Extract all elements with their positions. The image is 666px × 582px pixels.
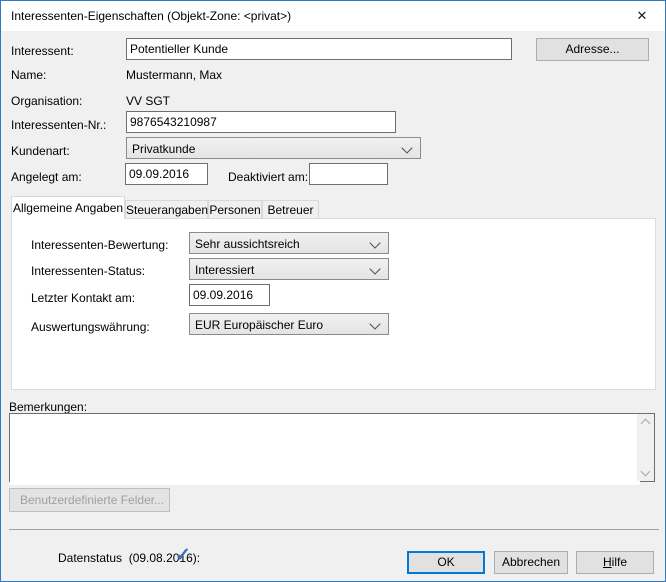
letzter-kontakt-input[interactable] bbox=[189, 284, 270, 306]
waehrung-select[interactable]: EUR Europäischer Euro bbox=[189, 313, 389, 335]
tab-betreuer[interactable]: Betreuer bbox=[262, 200, 319, 219]
bewertung-select[interactable]: Sehr aussichtsreich bbox=[189, 232, 389, 254]
interessenten-nr-label: Interessenten-Nr.: bbox=[11, 117, 106, 133]
kundenart-value: Privatkunde bbox=[132, 141, 195, 157]
deaktiviert-am-input[interactable] bbox=[309, 163, 388, 185]
waehrung-label: Auswertungswährung: bbox=[31, 319, 150, 335]
interessent-input[interactable] bbox=[126, 38, 512, 60]
bemerkungen-field bbox=[9, 413, 655, 482]
letzter-kontakt-label: Letzter Kontakt am: bbox=[31, 290, 135, 306]
angelegt-am-input[interactable] bbox=[125, 163, 208, 185]
status-select[interactable]: Interessiert bbox=[189, 258, 389, 280]
dialog-title: Interessenten-Eigenschaften (Objekt-Zone… bbox=[11, 1, 291, 31]
interessenten-eigenschaften-dialog: Interessenten-Eigenschaften (Objekt-Zone… bbox=[0, 0, 666, 582]
name-value: Mustermann, Max bbox=[126, 67, 222, 83]
adresse-button[interactable]: Adresse... bbox=[536, 38, 649, 61]
tab-personen[interactable]: Personen bbox=[208, 200, 262, 219]
bemerkungen-textarea[interactable] bbox=[10, 414, 640, 485]
deaktiviert-am-label: Deaktiviert am: bbox=[228, 169, 308, 185]
status-label: Interessenten-Status: bbox=[31, 263, 145, 279]
titlebar: Interessenten-Eigenschaften (Objekt-Zone… bbox=[1, 1, 665, 31]
chevron-down-icon bbox=[369, 263, 380, 274]
status-value: Interessiert bbox=[195, 262, 254, 278]
divider bbox=[9, 529, 659, 530]
organisation-label: Organisation: bbox=[11, 93, 82, 109]
chevron-down-icon bbox=[401, 142, 412, 153]
help-rest: ilfe bbox=[612, 555, 627, 569]
kundenart-select[interactable]: Privatkunde bbox=[126, 137, 421, 159]
check-icon: ✓ bbox=[175, 544, 191, 567]
help-button[interactable]: Hilfe bbox=[576, 551, 654, 574]
bewertung-value: Sehr aussichtsreich bbox=[195, 236, 300, 252]
interessent-label: Interessent: bbox=[11, 43, 74, 59]
scroll-down-icon[interactable] bbox=[641, 467, 651, 477]
tab-allgemeine-angaben[interactable]: Allgemeine Angaben bbox=[11, 196, 125, 219]
cancel-button[interactable]: Abbrechen bbox=[494, 551, 568, 574]
scrollbar[interactable] bbox=[637, 414, 654, 481]
name-label: Name: bbox=[11, 67, 46, 83]
tab-steuerangaben[interactable]: Steuerangaben bbox=[125, 200, 208, 219]
help-mnemonic: H bbox=[603, 555, 612, 569]
ok-button[interactable]: OK bbox=[407, 551, 485, 574]
chevron-down-icon bbox=[369, 318, 380, 329]
organisation-value: VV SGT bbox=[126, 93, 170, 109]
angelegt-am-label: Angelegt am: bbox=[11, 169, 82, 185]
scroll-up-icon[interactable] bbox=[641, 419, 651, 429]
kundenart-label: Kundenart: bbox=[11, 143, 70, 159]
interessenten-nr-input[interactable] bbox=[126, 111, 396, 133]
bewertung-label: Interessenten-Bewertung: bbox=[31, 237, 168, 253]
benutzerdefinierte-felder-button: Benutzerdefinierte Felder... bbox=[9, 488, 170, 512]
chevron-down-icon bbox=[369, 237, 380, 248]
waehrung-value: EUR Europäischer Euro bbox=[195, 317, 323, 333]
close-icon[interactable]: ✕ bbox=[633, 7, 651, 25]
